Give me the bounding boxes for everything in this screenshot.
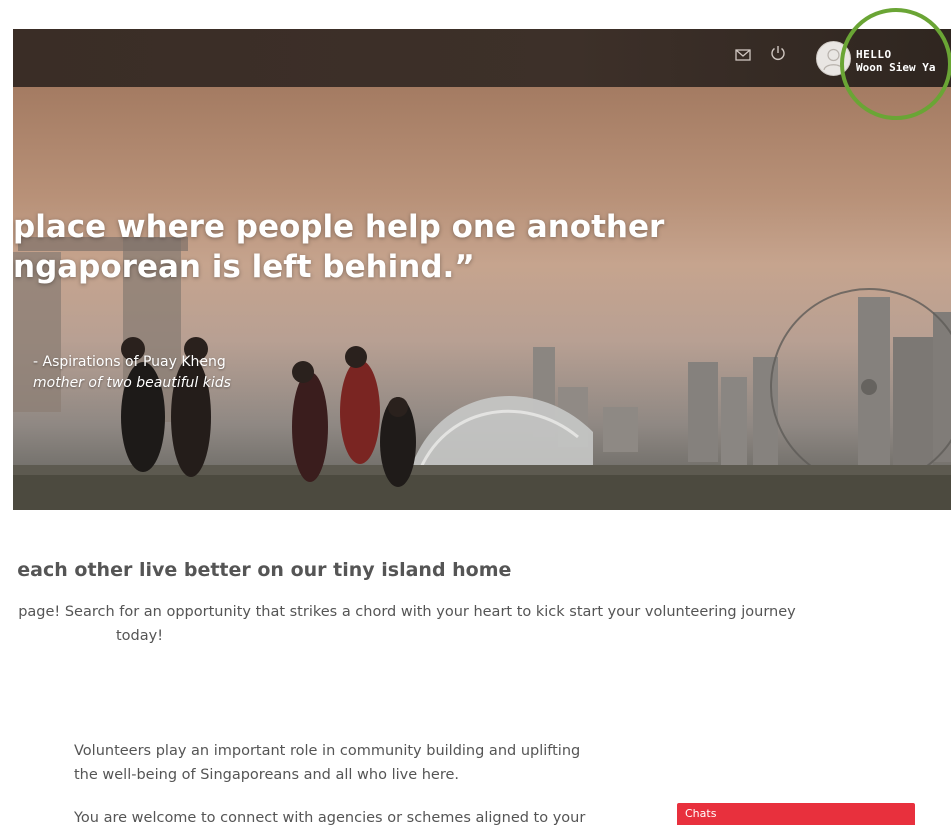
crop-edge (0, 0, 13, 825)
top-navigation-bar: HELLO Woon Siew Ya (13, 29, 951, 87)
hero-quote-line1: place where people help one another (13, 209, 665, 245)
connect-paragraph: You are welcome to connect with agencies… (74, 810, 586, 826)
hero-quote-line2: ngaporean is left behind.” (13, 249, 475, 285)
quote-attribution-detail: mother of two beautiful kids (33, 375, 231, 391)
volunteer-paragraph-line1: Volunteers play an important role in com… (74, 743, 581, 759)
intro-line2: today! (116, 628, 164, 644)
section-heading: ) each other live better on our tiny isl… (2, 559, 512, 581)
chats-button[interactable]: Chats (677, 803, 915, 825)
intro-text: is page! Search for an opportunity that … (2, 600, 942, 648)
highlight-circle-annotation (840, 8, 951, 120)
volunteer-paragraph-line2: the well-being of Singaporeans and all w… (74, 767, 460, 783)
hero-scene-image (13, 237, 951, 510)
intro-line1: is page! Search for an opportunity that … (2, 604, 796, 620)
quote-attribution-name: - Aspirations of Puay Kheng (33, 354, 226, 370)
power-icon[interactable] (768, 43, 788, 63)
volunteer-paragraph: Volunteers play an important role in com… (74, 739, 580, 787)
mail-icon[interactable] (734, 46, 752, 64)
hero-quote: place where people help one another ngap… (13, 207, 664, 287)
hero-banner: place where people help one another ngap… (13, 87, 951, 510)
